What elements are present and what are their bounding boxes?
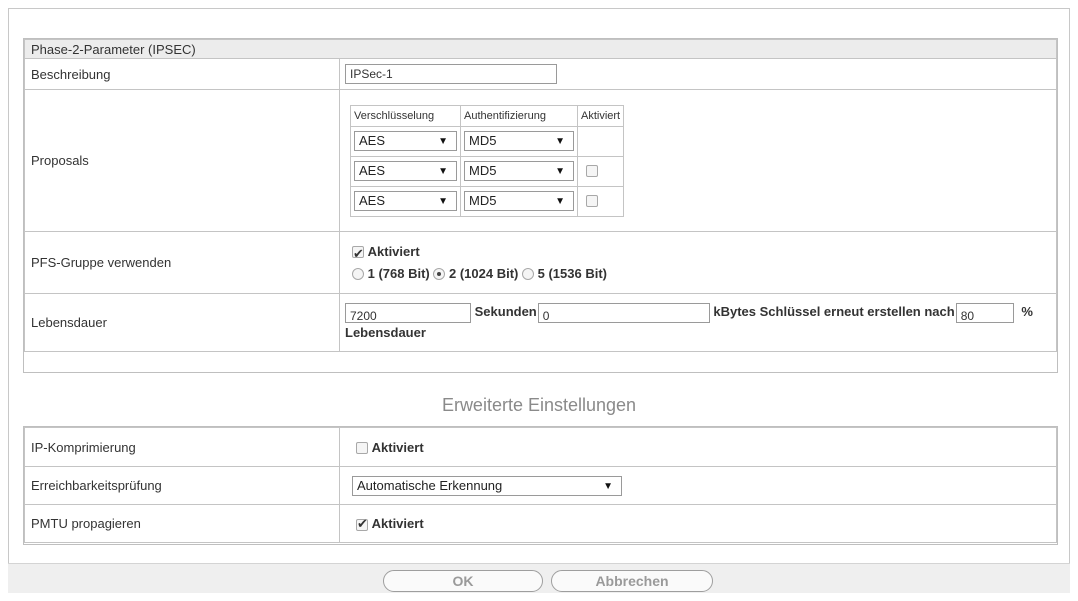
beschreibung-label: Beschreibung	[24, 58, 340, 90]
ip-compression-checkbox-label: Aktiviert	[371, 439, 424, 455]
authentication-select[interactable]: MD5 ▼	[464, 131, 574, 151]
column-header-active: Aktiviert	[576, 104, 625, 127]
reachability-label: Erreichbarkeitsprüfung	[24, 466, 340, 505]
percent-sign: %	[1021, 304, 1033, 320]
reachability-select[interactable]: Automatische Erkennung ▼	[352, 475, 622, 496]
cancel-button[interactable]: Abbrechen	[551, 570, 713, 592]
advanced-section: IP-Komprimierung Aktiviert Erreichbarkei…	[23, 426, 1058, 545]
lifetime-kbytes-input[interactable]: 0	[537, 302, 710, 323]
pmtu-checkbox[interactable]	[356, 516, 368, 532]
pfs-radio-768[interactable]	[352, 268, 364, 281]
proposal-active-checkbox[interactable]	[586, 195, 598, 208]
pfs-radio-1536[interactable]	[522, 268, 535, 281]
lifetime-suffix-label: Lebensdauer	[345, 324, 426, 340]
encryption-select[interactable]: AES ▼	[354, 191, 457, 211]
pmtu-label: PMTU propagieren	[24, 504, 340, 543]
pfs-checkbox[interactable]	[352, 243, 364, 265]
proposal-row: AES ▼ MD5 ▼	[350, 125, 625, 157]
dropdown-arrow-icon: ▼	[438, 136, 448, 147]
ok-button[interactable]: OK	[383, 570, 543, 592]
pfs-label: PFS-Gruppe verwenden	[24, 231, 340, 294]
proposals-label: Proposals	[24, 89, 340, 232]
pmtu-checkbox-label: Aktiviert	[371, 516, 424, 531]
authentication-select[interactable]: MD5 ▼	[464, 191, 574, 211]
proposal-row: AES ▼ MD5 ▼	[350, 185, 625, 217]
phase2-header: Phase-2-Parameter (IPSEC)	[24, 39, 1057, 59]
dropdown-arrow-icon: ▼	[555, 196, 565, 207]
rekey-percent-input[interactable]: 80	[955, 302, 1014, 323]
lebensdauer-label: Lebensdauer	[24, 293, 340, 352]
ip-compression-label: IP-Komprimierung	[24, 427, 340, 467]
pfs-option-label: 1 (768 Bit)	[367, 265, 430, 281]
column-header-authentication: Authentifizierung	[460, 104, 578, 127]
encryption-select[interactable]: AES ▼	[354, 161, 457, 181]
ip-compression-checkbox[interactable]	[356, 442, 368, 455]
seconds-unit-label: Sekunden	[474, 304, 537, 320]
pfs-radio-1024[interactable]	[433, 268, 446, 281]
pfs-checkbox-label: Aktiviert	[367, 243, 420, 259]
column-header-encryption: Verschlüsselung	[350, 104, 461, 127]
encryption-select[interactable]: AES ▼	[354, 131, 457, 151]
beschreibung-input[interactable]: IPSec-1	[345, 64, 557, 84]
dropdown-arrow-icon: ▼	[438, 196, 448, 207]
dropdown-arrow-icon: ▼	[555, 166, 565, 177]
proposal-row: AES ▼ MD5 ▼	[350, 155, 625, 187]
dropdown-arrow-icon: ▼	[555, 136, 565, 147]
dropdown-arrow-icon: ▼	[438, 166, 448, 177]
phase2-section: Phase-2-Parameter (IPSEC) Beschreibung I…	[23, 38, 1058, 373]
proposals-table: Verschlüsselung Authentifizierung Aktivi…	[350, 104, 625, 217]
pfs-option-label: 2 (1024 Bit)	[449, 265, 519, 281]
authentication-select[interactable]: MD5 ▼	[464, 161, 574, 181]
pfs-option-label: 5 (1536 Bit)	[537, 265, 608, 281]
proposal-active-checkbox[interactable]	[586, 165, 598, 178]
lifetime-seconds-input[interactable]: 7200	[345, 302, 471, 323]
button-bar: OK Abbrechen	[8, 563, 1070, 593]
advanced-settings-title: Erweiterte Einstellungen	[441, 395, 637, 415]
kbytes-rekey-label: kBytes Schlüssel erneut erstellen nach	[713, 304, 955, 320]
dropdown-arrow-icon: ▼	[603, 480, 613, 492]
